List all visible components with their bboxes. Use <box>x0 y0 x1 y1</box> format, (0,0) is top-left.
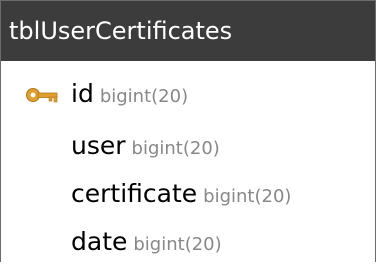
field-name: user <box>71 131 126 160</box>
field-id: id bigint(20) <box>71 77 188 114</box>
table-title: tblUserCertificates <box>1 1 375 61</box>
field-row-certificate[interactable]: certificate bigint(20) <box>1 173 375 219</box>
field-certificate: certificate bigint(20) <box>71 177 291 214</box>
field-type: bigint(20) <box>133 234 222 255</box>
field-row-id[interactable]: id bigint(20) <box>1 73 375 119</box>
field-name: id <box>71 79 94 108</box>
key-icon <box>25 83 61 107</box>
field-date: date bigint(20) <box>71 225 222 262</box>
field-user: user bigint(20) <box>71 129 220 166</box>
table-entity[interactable]: tblUserCertificates id bigint(20) user big… <box>0 0 376 262</box>
field-name: certificate <box>71 179 198 208</box>
field-type: bigint(20) <box>131 138 220 159</box>
field-row-user[interactable]: user bigint(20) <box>1 125 375 171</box>
field-type: bigint(20) <box>99 86 189 107</box>
field-type: bigint(20) <box>203 186 292 207</box>
field-row-date[interactable]: date bigint(20) <box>1 221 375 267</box>
field-name: date <box>71 227 128 256</box>
